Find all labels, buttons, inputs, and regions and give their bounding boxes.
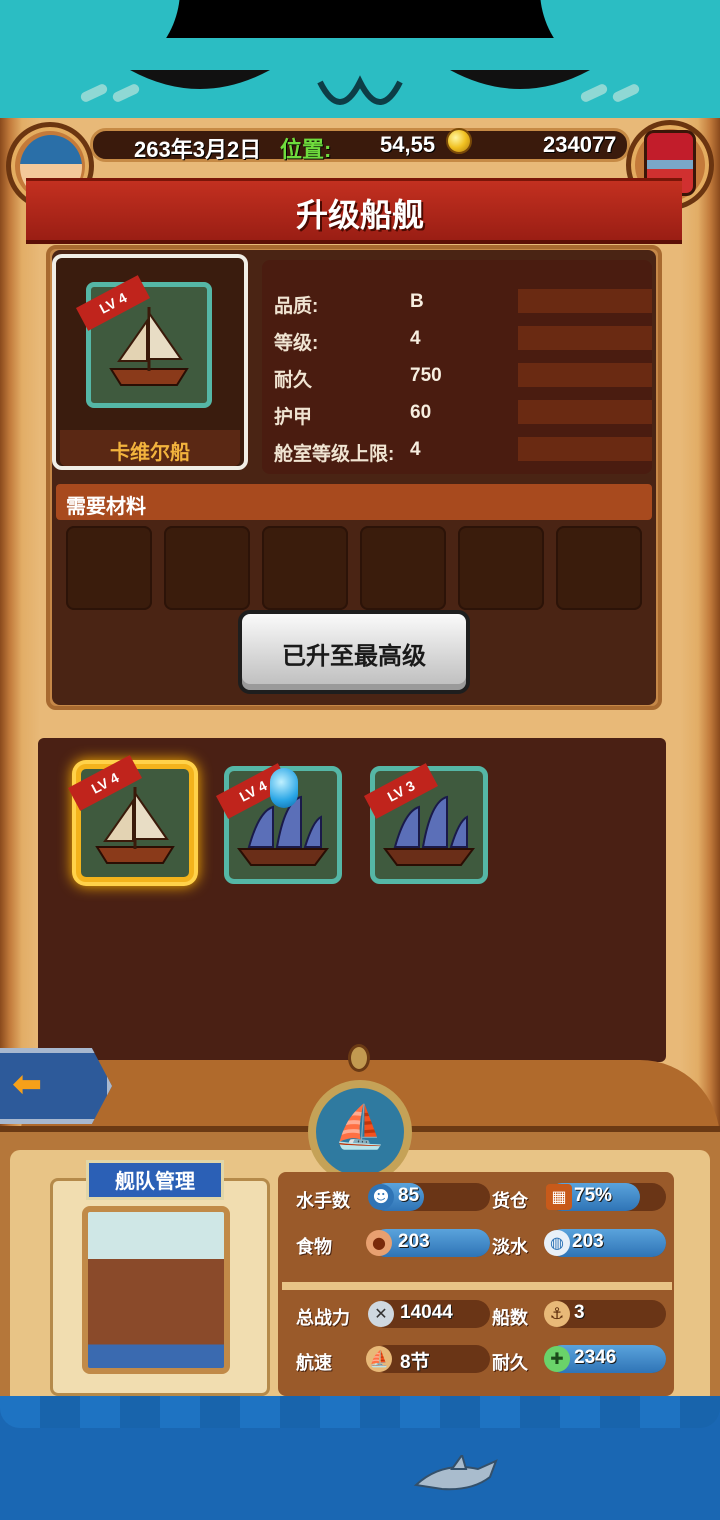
max-level-button-label: 已升至最高级 xyxy=(282,643,426,670)
stat-bar xyxy=(518,363,652,387)
material-slot[interactable] xyxy=(66,526,152,610)
material-slot[interactable] xyxy=(360,526,446,610)
stat-label-cabin-limit: 舱室等级上限: xyxy=(274,444,395,465)
gold-coin-icon xyxy=(446,128,472,154)
power-value: 14044 xyxy=(400,1302,453,1323)
swords-icon: ✕ xyxy=(368,1301,394,1327)
materials-title: 需要材料 xyxy=(66,496,146,518)
speed-value: 8节 xyxy=(400,1352,430,1373)
stat-label-level: 等级: xyxy=(274,333,319,354)
page-title: 升级船舰 xyxy=(295,197,424,233)
stat-bar xyxy=(518,400,652,424)
stat-value-level: 4 xyxy=(410,328,421,349)
stat-bar xyxy=(518,326,652,350)
stat-label-armor: 护甲 xyxy=(274,407,313,428)
position-label: 位置: xyxy=(280,137,332,162)
ship-name: 卡维尔船 xyxy=(110,442,190,464)
position-value: 54,55 xyxy=(380,132,436,157)
cargo-label: 货仓 xyxy=(492,1191,528,1211)
speed-label: 航速 xyxy=(296,1353,332,1373)
cargo-value: 75% xyxy=(574,1185,613,1206)
sailor-icon: ☻ xyxy=(368,1184,394,1210)
stat-value-cabin-limit: 4 xyxy=(410,439,421,460)
food-label: 食物 xyxy=(296,1237,332,1257)
fleet-ship-illustration[interactable] xyxy=(82,1206,230,1374)
durability-icon: ✚ xyxy=(544,1346,570,1372)
back-arrow-icon: ⬅ xyxy=(12,1064,43,1105)
stat-label-durability: 耐久 xyxy=(274,370,313,391)
water-value: 203 xyxy=(572,1231,604,1252)
sailors-value: 85 xyxy=(398,1185,420,1206)
water-label: 淡水 xyxy=(492,1237,528,1257)
stat-value-armor: 60 xyxy=(410,402,432,423)
stat-bar xyxy=(518,289,652,313)
helm-knob xyxy=(348,1044,370,1072)
shark-icon xyxy=(412,1452,498,1495)
stat-value-quality: B xyxy=(410,291,424,312)
ship-helm-icon: ⛵ xyxy=(333,1102,387,1151)
food-icon: ● xyxy=(366,1230,392,1256)
material-slot[interactable] xyxy=(556,526,642,610)
sailors-label: 水手数 xyxy=(296,1191,350,1211)
fleet-stats-divider xyxy=(282,1282,672,1290)
sea-waves xyxy=(0,1396,720,1428)
durability-value: 2346 xyxy=(574,1347,617,1368)
ships-label: 船数 xyxy=(492,1308,528,1328)
banner-face-icon xyxy=(80,70,640,105)
durability-label: 耐久 xyxy=(492,1353,528,1373)
ships-value: 3 xyxy=(574,1302,585,1323)
material-slot[interactable] xyxy=(262,526,348,610)
game-date: 263年3月2日 xyxy=(134,137,262,162)
map-pin-icon xyxy=(270,768,298,808)
ship-count-icon: ⚓ xyxy=(544,1301,570,1327)
water-icon: ◍ xyxy=(544,1230,570,1256)
stat-label-quality: 品质: xyxy=(274,296,319,317)
power-label: 总战力 xyxy=(296,1308,350,1328)
food-value: 203 xyxy=(398,1231,430,1252)
material-slot[interactable] xyxy=(458,526,544,610)
material-slot[interactable] xyxy=(164,526,250,610)
fleet-title: 舰队管理 xyxy=(115,1171,195,1193)
shark-shape xyxy=(413,1452,498,1491)
stat-bar xyxy=(518,437,652,461)
cargo-icon: ▦ xyxy=(546,1184,572,1210)
speed-icon: ⛵ xyxy=(366,1346,392,1372)
stat-value-durability: 750 xyxy=(410,365,442,386)
gold-amount: 234077 xyxy=(543,132,617,157)
